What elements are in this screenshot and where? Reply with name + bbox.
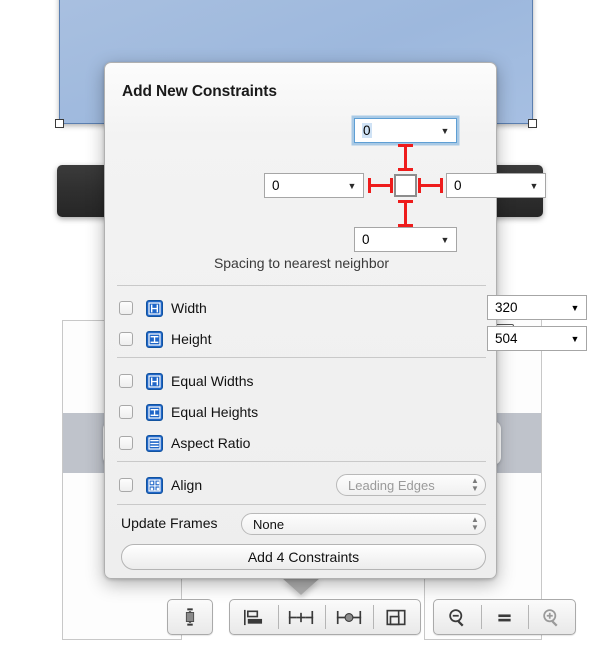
bottom-left-handle[interactable] [55, 119, 64, 128]
height-constraint-row[interactable]: Height [119, 324, 486, 354]
align-constraint-icon [146, 476, 163, 494]
popover-arrow [282, 578, 320, 595]
width-checkbox[interactable] [119, 301, 133, 315]
bottom-strut-cap-icon [398, 224, 413, 227]
equal-heights-row[interactable]: Equal Heights [119, 397, 486, 427]
aspect-ratio-checkbox[interactable] [119, 436, 133, 450]
aspect-ratio-row[interactable]: Aspect Ratio [119, 428, 486, 458]
align-label: Align [171, 477, 203, 493]
width-value-field[interactable]: 320 ▼ [487, 295, 587, 320]
width-constraint-icon [146, 299, 163, 317]
add-constraints-label: Add 4 Constraints [247, 549, 360, 565]
left-spacing-value: 0 [272, 178, 280, 193]
divider [117, 357, 486, 358]
equal-widths-icon [146, 372, 163, 390]
equal-heights-icon [146, 403, 163, 421]
resizing-behavior-icon[interactable] [372, 600, 421, 634]
width-label: Width [171, 300, 207, 316]
chevron-down-icon[interactable]: ▼ [341, 181, 363, 191]
align-checkbox[interactable] [119, 478, 133, 492]
top-spacing-field[interactable]: 0 ▼ [354, 118, 457, 143]
aspect-ratio-icon [146, 434, 163, 452]
width-value: 320 [495, 300, 518, 315]
stepper-updown-icon[interactable]: ▲ ▼ [465, 516, 485, 532]
equal-heights-label: Equal Heights [171, 404, 259, 420]
zoom-in-icon[interactable] [528, 600, 575, 634]
spacing-diagram: 0 ▼ 0 ▼ 0 ▼ 0 ▼ Spacing to nearest neigh… [105, 115, 546, 275]
equal-heights-checkbox[interactable] [119, 405, 133, 419]
align-value: Leading Edges [348, 477, 435, 493]
align-icon[interactable] [230, 600, 278, 634]
page-title: Add New Constraints [122, 83, 277, 100]
bottom-spacing-value: 0 [362, 232, 370, 247]
embed-group [167, 599, 213, 635]
equal-widths-row[interactable]: Equal Widths [119, 366, 486, 396]
autolayout-group [229, 599, 421, 635]
zoom-out-icon[interactable] [434, 600, 481, 634]
spacing-caption: Spacing to nearest neighbor [213, 255, 390, 271]
bottom-strut-cap-icon [398, 200, 413, 203]
top-spacing-value: 0 [362, 123, 372, 138]
update-frames-label: Update Frames [121, 515, 218, 531]
zoom-actual-icon[interactable] [481, 600, 528, 634]
bottom-constraint-strut-icon[interactable] [404, 200, 407, 227]
embed-in-icon[interactable] [168, 600, 212, 634]
update-frames-select[interactable]: None ▲ ▼ [241, 513, 486, 535]
chevron-down-icon[interactable]: ▼ [434, 235, 456, 245]
add-new-constraints-popover: Add New Constraints 0 ▼ 0 ▼ 0 ▼ 0 ▼ Spac… [104, 62, 587, 579]
selected-view-box-icon [394, 174, 417, 197]
chevron-down-icon[interactable]: ▼ [564, 303, 586, 313]
height-value: 504 [495, 331, 518, 346]
resolve-issues-icon[interactable] [325, 600, 373, 634]
width-constraint-row[interactable]: Width [119, 293, 486, 323]
update-frames-value: None [253, 516, 285, 532]
divider [117, 504, 486, 505]
equal-widths-checkbox[interactable] [119, 374, 133, 388]
top-strut-cap-icon [398, 168, 413, 171]
height-checkbox[interactable] [119, 332, 133, 346]
right-strut-cap-icon [440, 178, 443, 193]
top-strut-cap-icon [398, 144, 413, 147]
right-spacing-value: 0 [454, 178, 462, 193]
top-constraint-strut-icon[interactable] [404, 144, 407, 171]
bottom-right-handle[interactable] [528, 119, 537, 128]
right-spacing-field[interactable]: 0 ▼ [446, 173, 546, 198]
left-strut-cap-icon [390, 178, 393, 193]
chevron-down-icon[interactable]: ▼ [564, 334, 586, 344]
chevron-down-icon[interactable]: ▼ [434, 126, 456, 136]
equal-widths-label: Equal Widths [171, 373, 254, 389]
right-strut-cap-icon [418, 178, 421, 193]
stepper-updown-icon[interactable]: ▲ ▼ [465, 477, 485, 493]
left-strut-cap-icon [368, 178, 371, 193]
divider [117, 285, 486, 286]
height-value-field[interactable]: 504 ▼ [487, 326, 587, 351]
align-select[interactable]: Leading Edges ▲ ▼ [336, 474, 486, 496]
add-constraints-button[interactable]: Add 4 Constraints [121, 544, 486, 570]
height-constraint-icon [146, 330, 163, 348]
pin-icon[interactable] [277, 600, 326, 634]
left-spacing-field[interactable]: 0 ▼ [264, 173, 364, 198]
interface-builder-canvas: Add New Constraints 0 ▼ 0 ▼ 0 ▼ 0 ▼ Spac… [0, 0, 600, 647]
height-label: Height [171, 331, 212, 347]
chevron-down-icon[interactable]: ▼ [523, 181, 545, 191]
zoom-group [433, 599, 576, 635]
bottom-spacing-field[interactable]: 0 ▼ [354, 227, 457, 252]
divider [117, 461, 486, 462]
aspect-ratio-label: Aspect Ratio [171, 435, 251, 451]
